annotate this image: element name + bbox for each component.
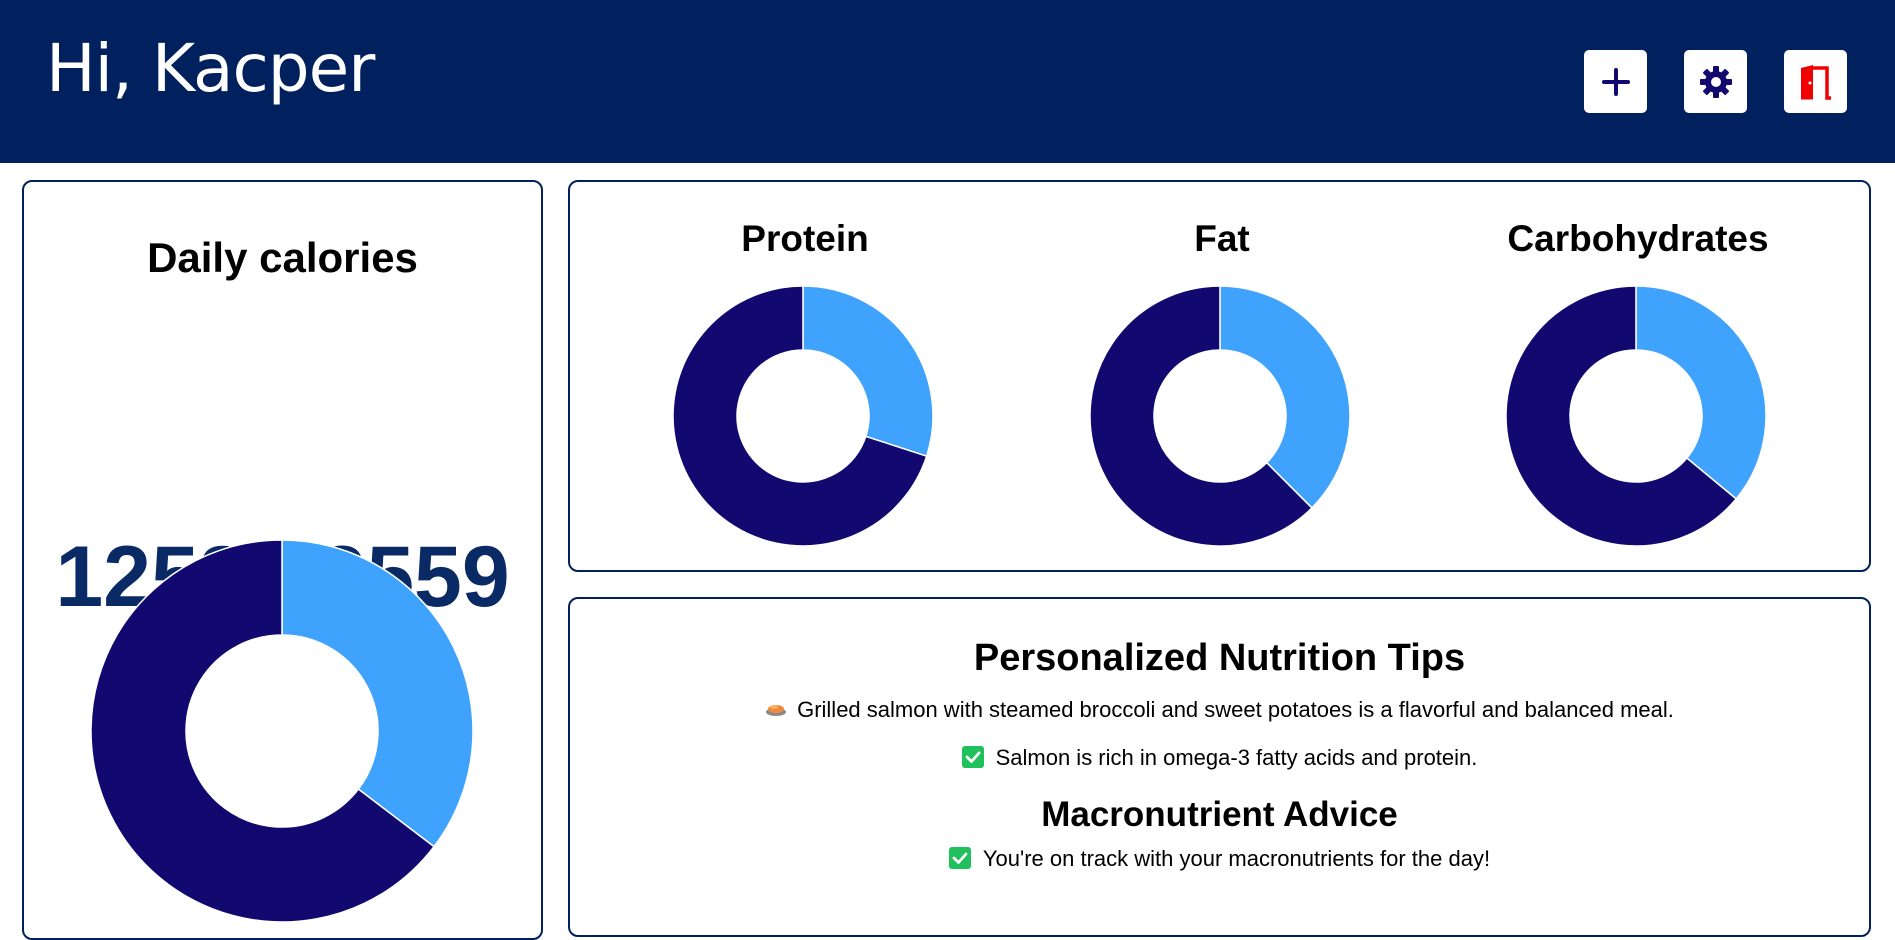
- donut-slice-consumed: [1635, 285, 1767, 500]
- carbohydrates-donut-chart: [1505, 285, 1767, 547]
